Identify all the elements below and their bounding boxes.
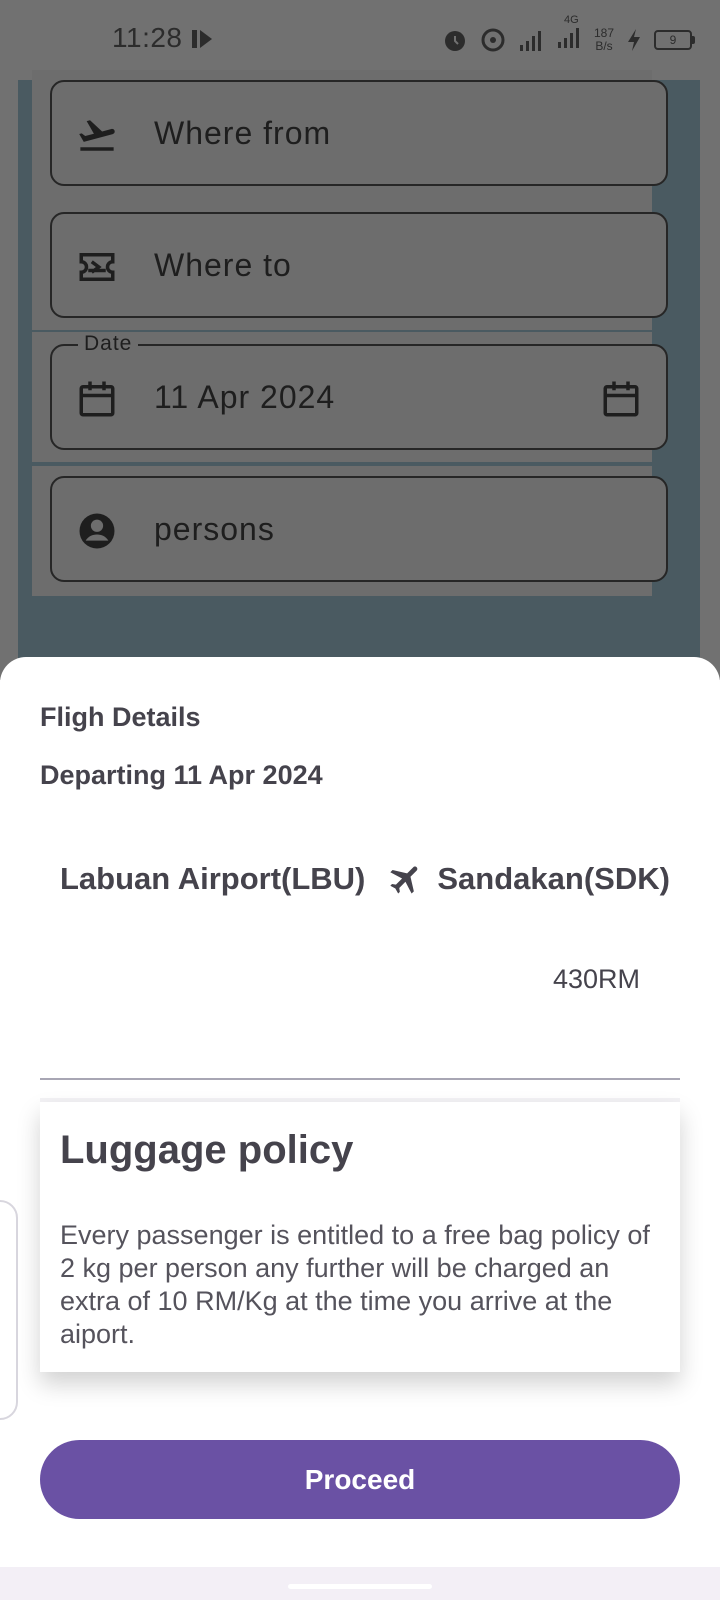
airplane-icon — [390, 866, 418, 894]
flight-takeoff-icon — [79, 120, 115, 151]
date-value: 11 Apr 2024 — [154, 379, 336, 415]
net-speed-unit: B/s — [595, 38, 613, 53]
hotspot-icon — [481, 28, 505, 51]
sheet-title: Fligh Details — [40, 702, 201, 732]
persons-field[interactable]: persons — [50, 476, 668, 582]
alarm-icon — [444, 30, 465, 51]
net-speed: 187 B/s — [593, 25, 614, 53]
background-screen: 11:28 4G 187 B/s 9 Where from Where to 1… — [0, 0, 720, 680]
divider — [40, 1078, 680, 1080]
route: Labuan Airport(LBU) Sandakan(SDK) — [60, 856, 680, 902]
flight-ticket-icon — [79, 253, 115, 281]
gesture-handle[interactable] — [288, 1584, 432, 1589]
where-to-placeholder: Where to — [154, 247, 292, 283]
offscreen-card-edge — [0, 1200, 18, 1420]
destination-airport: Sandakan(SDK) — [437, 861, 670, 896]
signal-4g-icon — [557, 28, 579, 48]
status-bar: 11:28 4G 187 B/s 9 — [0, 0, 720, 80]
account-circle-icon — [79, 513, 115, 549]
price: 430RM — [552, 964, 640, 994]
net-speed-value: 187 — [593, 25, 614, 40]
where-to-field[interactable]: Where to — [50, 212, 668, 318]
proceed-button[interactable]: Proceed — [40, 1440, 680, 1519]
persons-placeholder: persons — [154, 511, 275, 547]
luggage-policy-title: Luggage policy — [60, 1128, 354, 1172]
date-field[interactable]: 11 Apr 2024 — [50, 344, 668, 450]
departing-date: Departing 11 Apr 2024 — [40, 760, 323, 790]
signal-4g-label: 4G — [563, 14, 579, 26]
luggage-policy-text: Every passenger is entitled to a free ba… — [60, 1220, 650, 1349]
origin-airport: Labuan Airport(LBU) — [60, 861, 366, 896]
charging-icon — [628, 28, 640, 51]
where-from-placeholder: Where from — [154, 115, 332, 151]
media-icon — [192, 30, 212, 48]
status-icons: 4G 187 B/s 9 — [442, 14, 695, 55]
battery-icon: 9 — [654, 29, 695, 50]
signal-icon — [519, 30, 541, 51]
status-time: 11:28 — [112, 22, 183, 53]
calendar-picker-icon[interactable] — [600, 378, 642, 420]
date-label: Date — [78, 332, 139, 356]
signal-4g: 4G — [556, 14, 582, 55]
where-from-field[interactable]: Where from — [50, 80, 668, 186]
calendar-icon — [79, 381, 115, 417]
